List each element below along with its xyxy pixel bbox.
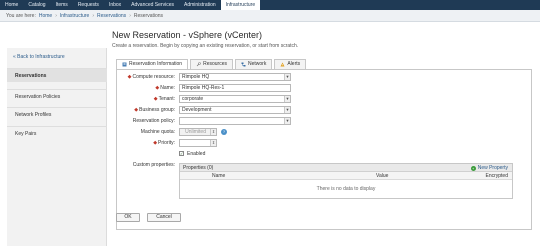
name-label: ◆Name: (155, 85, 175, 91)
compute-resource-label: ◆Compute resource: (127, 74, 175, 80)
enabled-label: Enabled (187, 151, 206, 157)
tenant-label: ◆Tenant: (153, 96, 175, 102)
column-encrypted[interactable]: Encrypted (485, 172, 508, 180)
breadcrumb-current: Reservations (133, 12, 164, 19)
page-subtitle: Create a reservation. Begin by copying a… (112, 43, 299, 49)
tenant-select[interactable]: corporate ▼ (179, 95, 291, 103)
nav-tab-administration[interactable]: Administration (179, 0, 221, 10)
tab-reservation-information[interactable]: Reservation Information (116, 59, 189, 69)
name-row: ◆Name: Rimpole HQ-Res-1 (117, 84, 357, 92)
sidebar-item-network-profiles[interactable]: Network Profiles (7, 107, 107, 121)
name-input[interactable]: Rimpole HQ-Res-1 (179, 84, 291, 92)
properties-header: Properties (0) + New Property (180, 164, 512, 172)
stepper-icon: ⇕ (210, 140, 216, 146)
required-icon: ◆ (153, 96, 158, 102)
chevron-down-icon: ▼ (284, 96, 290, 102)
tab-label: Resources (203, 61, 227, 67)
required-icon: ◆ (127, 74, 132, 80)
compute-resource-row: ◆Compute resource: Rimpole HQ ▼ (117, 73, 357, 81)
required-icon: ◆ (155, 85, 160, 91)
network-icon (241, 62, 246, 67)
wrench-icon (196, 62, 201, 67)
nav-tab-items[interactable]: Items (51, 0, 73, 10)
plus-icon: + (470, 165, 476, 171)
reservation-info-panel: ◆Compute resource: Rimpole HQ ▼ ◆Name: R… (116, 69, 532, 230)
machine-quota-label: Machine quota: (140, 129, 175, 135)
nav-tab-home[interactable]: Home (0, 0, 23, 10)
properties-columns: Name Value Encrypted (180, 172, 512, 180)
new-property-button[interactable]: + New Property (470, 164, 508, 172)
breadcrumb-separator-icon: › (129, 12, 131, 19)
required-icon: ◆ (153, 140, 158, 146)
column-value[interactable]: Value (376, 172, 388, 180)
page-title: New Reservation - vSphere (vCenter) (112, 30, 263, 40)
chevron-down-icon: ▼ (284, 107, 290, 113)
breadcrumb-separator-icon: › (55, 12, 57, 19)
enabled-checkbox[interactable]: ✓ (179, 151, 184, 156)
breadcrumb-separator-icon: › (92, 12, 94, 19)
priority-stepper[interactable]: ⇕ (179, 139, 217, 147)
breadcrumb-infrastructure[interactable]: Infrastructure (60, 13, 89, 19)
tab-label: Network (248, 61, 267, 67)
priority-label: ◆Priority: (153, 140, 175, 146)
nav-tab-inbox[interactable]: Inbox (104, 0, 126, 10)
cancel-button[interactable]: Cancel (147, 213, 181, 222)
new-property-label: New Property (477, 165, 508, 171)
tab-label: Alerts (287, 61, 301, 67)
tab-label: Reservation Information (129, 61, 183, 67)
enabled-row: ✓ Enabled (117, 150, 357, 158)
main-content: New Reservation - vSphere (vCenter) Crea… (112, 30, 536, 230)
breadcrumb-home[interactable]: Home (39, 13, 52, 19)
column-name[interactable]: Name (212, 172, 225, 180)
business-group-select[interactable]: Development ▼ (179, 106, 291, 114)
nav-tab-advanced-services[interactable]: Advanced Services (126, 0, 179, 10)
tab-network[interactable]: Network (235, 59, 273, 69)
back-to-infrastructure-link[interactable]: « Back to Infrastructure (13, 54, 65, 60)
business-group-row: ◆Business group: Development ▼ (117, 106, 357, 114)
chevron-down-icon: ▼ (284, 118, 290, 124)
alert-icon (280, 62, 285, 67)
required-icon: ◆ (134, 107, 139, 113)
reservation-policy-select[interactable]: ▼ (179, 117, 291, 125)
empty-message: There is no data to display (316, 186, 376, 192)
properties-title: Properties (0) (183, 165, 214, 171)
sidebar-item-reservation-policies[interactable]: Reservation Policies (7, 89, 107, 103)
reservation-policy-row: Reservation policy: ▼ (117, 117, 357, 125)
stepper-icon: ⇕ (210, 129, 216, 135)
sidebar: « Back to Infrastructure Reservations Re… (7, 48, 107, 246)
custom-properties-label: Custom properties: (132, 162, 175, 168)
machine-quota-row: Machine quota: Unlimited ⇕ ? (117, 128, 357, 136)
properties-grid: Properties (0) + New Property Name Value… (179, 163, 513, 199)
tab-alerts[interactable]: Alerts (274, 59, 307, 69)
breadcrumb-prefix: You are here: (6, 12, 36, 19)
nav-tab-catalog[interactable]: Catalog (23, 0, 50, 10)
nav-tab-requests[interactable]: Requests (73, 0, 104, 10)
reservation-policy-label: Reservation policy: (132, 118, 175, 124)
ok-button[interactable]: OK (116, 213, 140, 222)
machine-quota-stepper[interactable]: Unlimited ⇕ (179, 128, 217, 136)
help-icon[interactable]: ? (221, 129, 227, 135)
sidebar-item-reservations[interactable]: Reservations (7, 68, 107, 82)
breadcrumb: You are here: Home › Infrastructure › Re… (0, 10, 540, 22)
tenant-row: ◆Tenant: corporate ▼ (117, 95, 357, 103)
tab-resources[interactable]: Resources (190, 59, 233, 69)
top-nav: Home Catalog Items Requests Inbox Advanc… (0, 0, 540, 10)
business-group-label: ◆Business group: (134, 107, 175, 113)
breadcrumb-reservations[interactable]: Reservations (97, 13, 126, 19)
sidebar-item-key-pairs[interactable]: Key Pairs (7, 126, 107, 140)
compute-resource-select[interactable]: Rimpole HQ ▼ (179, 73, 291, 81)
reservation-tabs: Reservation Information Resources Networ… (116, 59, 307, 69)
chevron-down-icon: ▼ (284, 74, 290, 80)
info-icon (122, 62, 127, 67)
nav-tab-infrastructure[interactable]: Infrastructure (220, 0, 261, 10)
priority-row: ◆Priority: ⇕ (117, 139, 357, 147)
